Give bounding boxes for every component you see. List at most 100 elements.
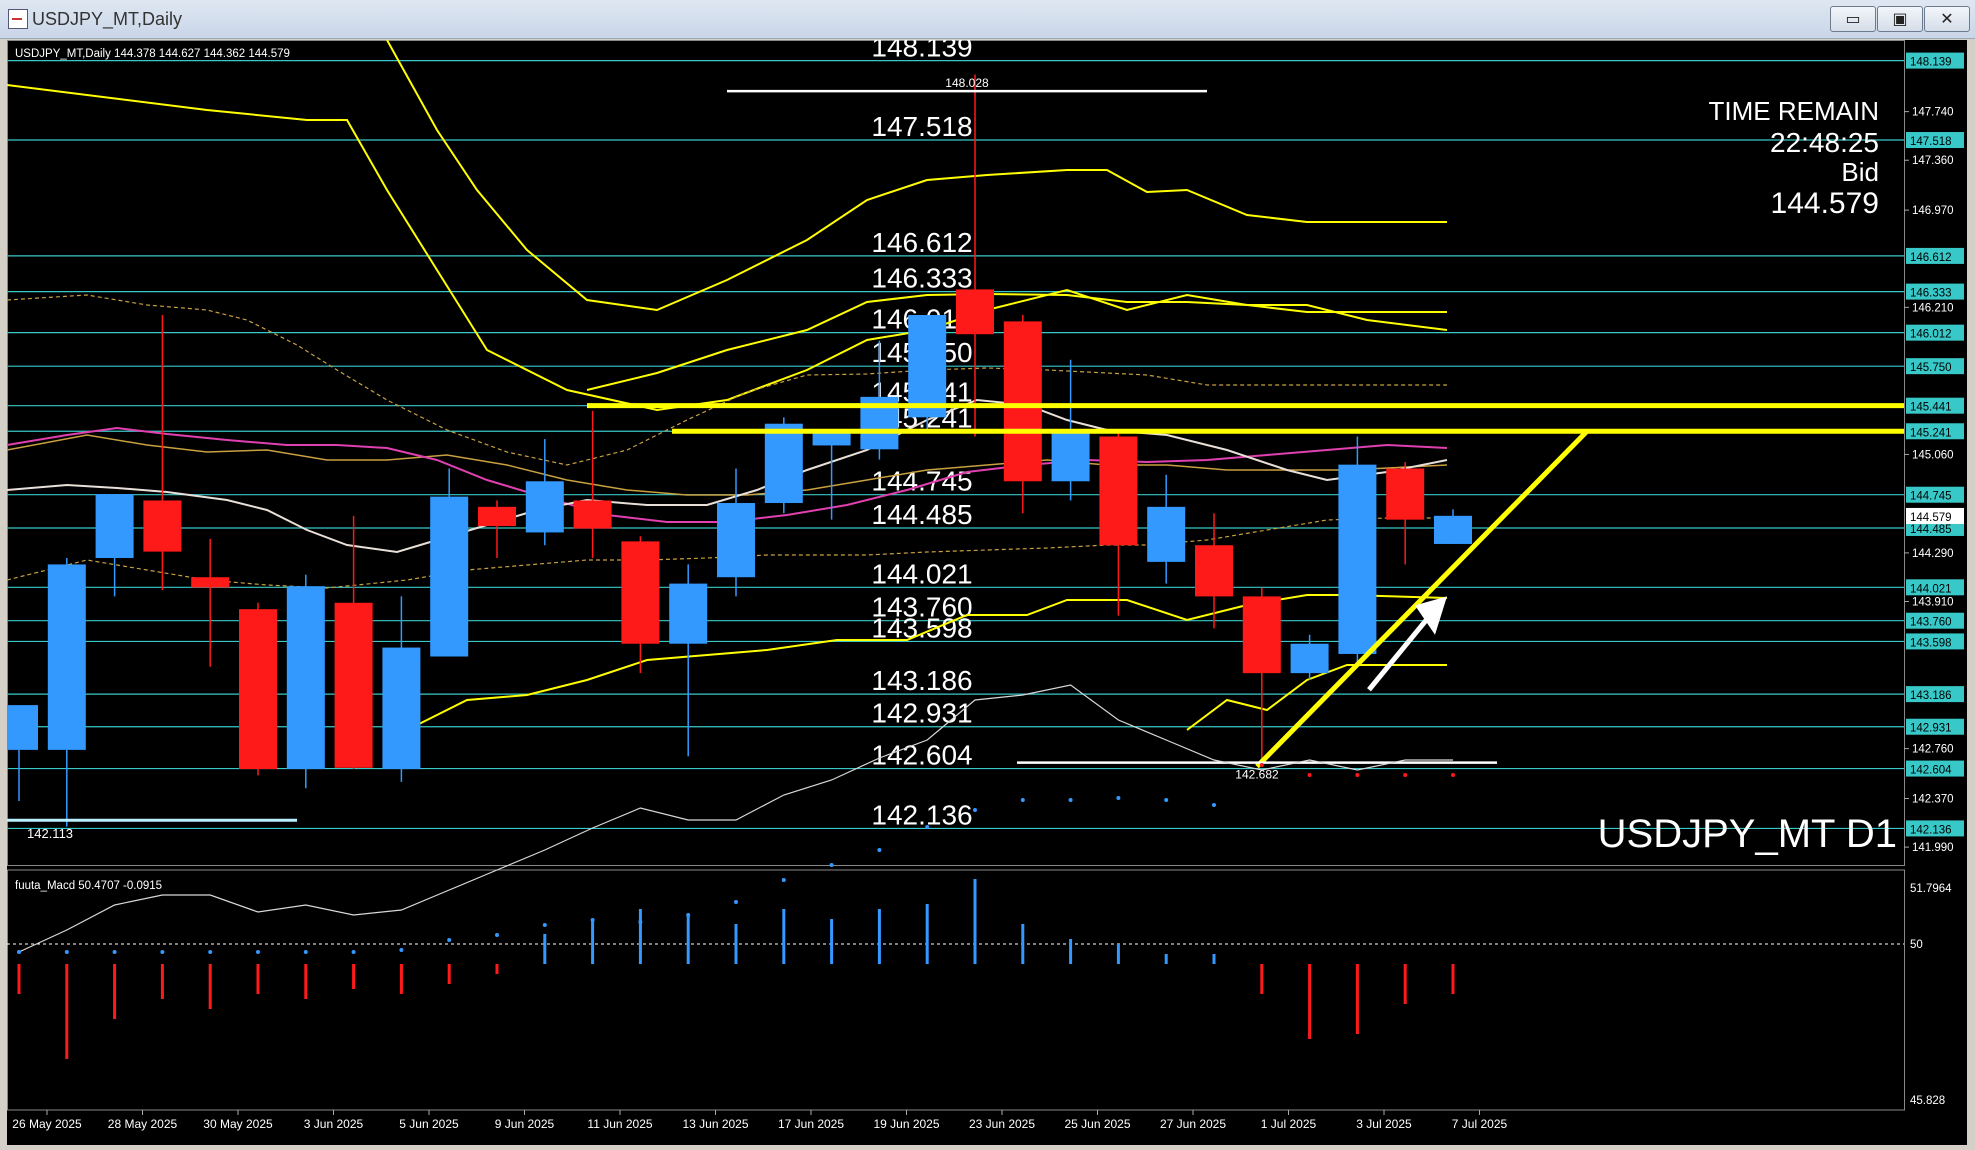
chart-area[interactable]: 148.139 148.139 147.518 147.518 146.612 146.6… [0,32,1967,1145]
level-label: 148.139 [871,40,972,63]
macd-signal-dot [686,913,691,917]
level-price-tag-text: 142.136 [1910,824,1952,836]
candle-body [1195,545,1233,597]
macd-axis-label: 50 [1910,939,1923,951]
time-remain-value: 22:48:25 [1770,127,1879,158]
candle-body [669,583,708,644]
price-axis-label: 147.740 [1912,107,1954,119]
candle-body [717,503,755,578]
restore-button[interactable]: ▣ [1877,6,1923,32]
bid-price-tag-text: 144.579 [1910,512,1952,524]
x-axis-label: 13 Jun 2025 [682,1117,748,1131]
macd-signal-dot [447,938,452,942]
macd-signal-dot [877,848,882,852]
price-chart-svg[interactable]: 148.139 148.139 147.518 147.518 146.612 146.6… [0,32,1967,1145]
candle-body [286,586,325,770]
macd-signal-dot [1403,773,1408,777]
x-axis-label: 1 Jul 2025 [1261,1117,1317,1131]
level-price-tag-text: 145.241 [1910,427,1952,439]
candle-body [95,494,134,559]
chart-app-icon [8,9,28,29]
candle-body [1003,321,1042,482]
price-axis-label: 146.970 [1912,205,1954,217]
x-axis-label: 26 May 2025 [12,1117,82,1131]
candle-body [430,496,469,657]
macd-signal-dot [1307,773,1312,777]
x-axis-label: 17 Jun 2025 [778,1117,844,1131]
macd-signal-dot [590,918,595,922]
candle-body [764,423,803,504]
minimize-button[interactable]: ▭ [1830,6,1876,32]
x-axis-label: 11 Jun 2025 [587,1117,652,1131]
level-price-tag-text: 143.186 [1910,690,1952,702]
macd-signal-dot [399,948,404,952]
candle-body [334,602,373,768]
level-price-tag-text: 146.612 [1910,252,1952,264]
level-price-tag-text: 145.750 [1910,362,1952,374]
macd-signal-dot [829,863,834,867]
macd-signal-dot [1116,796,1121,800]
candle-body [382,647,421,770]
x-axis-label: 9 Jun 2025 [495,1117,555,1131]
candle-body [1242,596,1281,674]
upper-band-outer [6,84,1448,412]
macd-panel-frame [7,869,1905,1111]
level-price-tag-text: 144.021 [1910,583,1952,595]
macd-signal-dot [925,825,930,829]
macd-signal-dot [351,950,356,954]
macd-signal-dot [1068,798,1073,802]
candle-body [143,500,182,552]
price-axis-label: 144.290 [1912,548,1954,560]
level-label: 146.612 [871,227,972,258]
macd-signal-dot [112,950,117,954]
level-label: 144.021 [871,558,972,589]
window-title: USDJPY_MT,Daily [32,9,183,29]
bid-value: 144.579 [1771,187,1879,220]
candle-body [908,315,947,418]
level-price-tag-text: 144.745 [1910,491,1952,503]
macd-signal-dot [303,950,308,954]
level-label: 146.333 [871,263,972,294]
high-label: 148.028 [945,76,989,90]
close-button[interactable]: ✕ [1924,6,1970,32]
bid-label: Bid [1841,157,1879,187]
window-titlebar: USDJPY_MT,Daily ▭ ▣ ✕ [0,0,1975,39]
candle-body [1290,643,1329,674]
macd-signal-dot [1259,763,1264,767]
candle-body [1434,515,1472,544]
level-price-tag-text: 146.333 [1910,288,1952,300]
level-price-tag-text: 145.441 [1910,402,1952,414]
price-axis-label: 141.990 [1912,842,1954,854]
macd-signal-dot [1451,773,1455,777]
candle-body [812,432,851,446]
x-axis-label: 25 Jun 2025 [1064,1117,1130,1131]
macd-signal-dot [495,933,499,937]
level-label: 143.186 [871,665,972,696]
x-axis-label: 28 May 2025 [108,1117,178,1131]
price-axis-label: 142.760 [1912,744,1954,756]
macd-signal-dot [256,950,260,954]
level-label: 147.518 [871,111,972,142]
level-price-tag-text: 143.760 [1910,617,1952,629]
macd-signal-dot [64,950,69,954]
price-axis-label: 146.210 [1912,302,1954,314]
level-price-tag-text: 142.604 [1910,765,1952,777]
level-label: 144.485 [871,499,972,530]
price-axis-label: 143.910 [1912,597,1954,609]
macd-signal-dot [1020,798,1025,802]
price-axis-label: 147.360 [1912,155,1954,167]
level-price-tag-text: 144.485 [1910,524,1952,536]
candle-body [1051,430,1090,482]
up-arrow-shaft [1367,611,1434,692]
candle-body [191,577,230,588]
level-price-tag-text: 146.012 [1910,329,1952,341]
macd-signal-dot [542,923,547,927]
slow-ma [6,434,1448,496]
macd-signal-dot [973,808,977,812]
candle-body [1386,468,1425,520]
macd-signal-dot [17,950,21,954]
x-axis-label: 30 May 2025 [203,1117,273,1131]
x-axis-label: 23 Jun 2025 [969,1117,1035,1131]
candle-body [1147,506,1186,562]
symbol-watermark: USDJPY_MT D1 [1598,812,1897,856]
